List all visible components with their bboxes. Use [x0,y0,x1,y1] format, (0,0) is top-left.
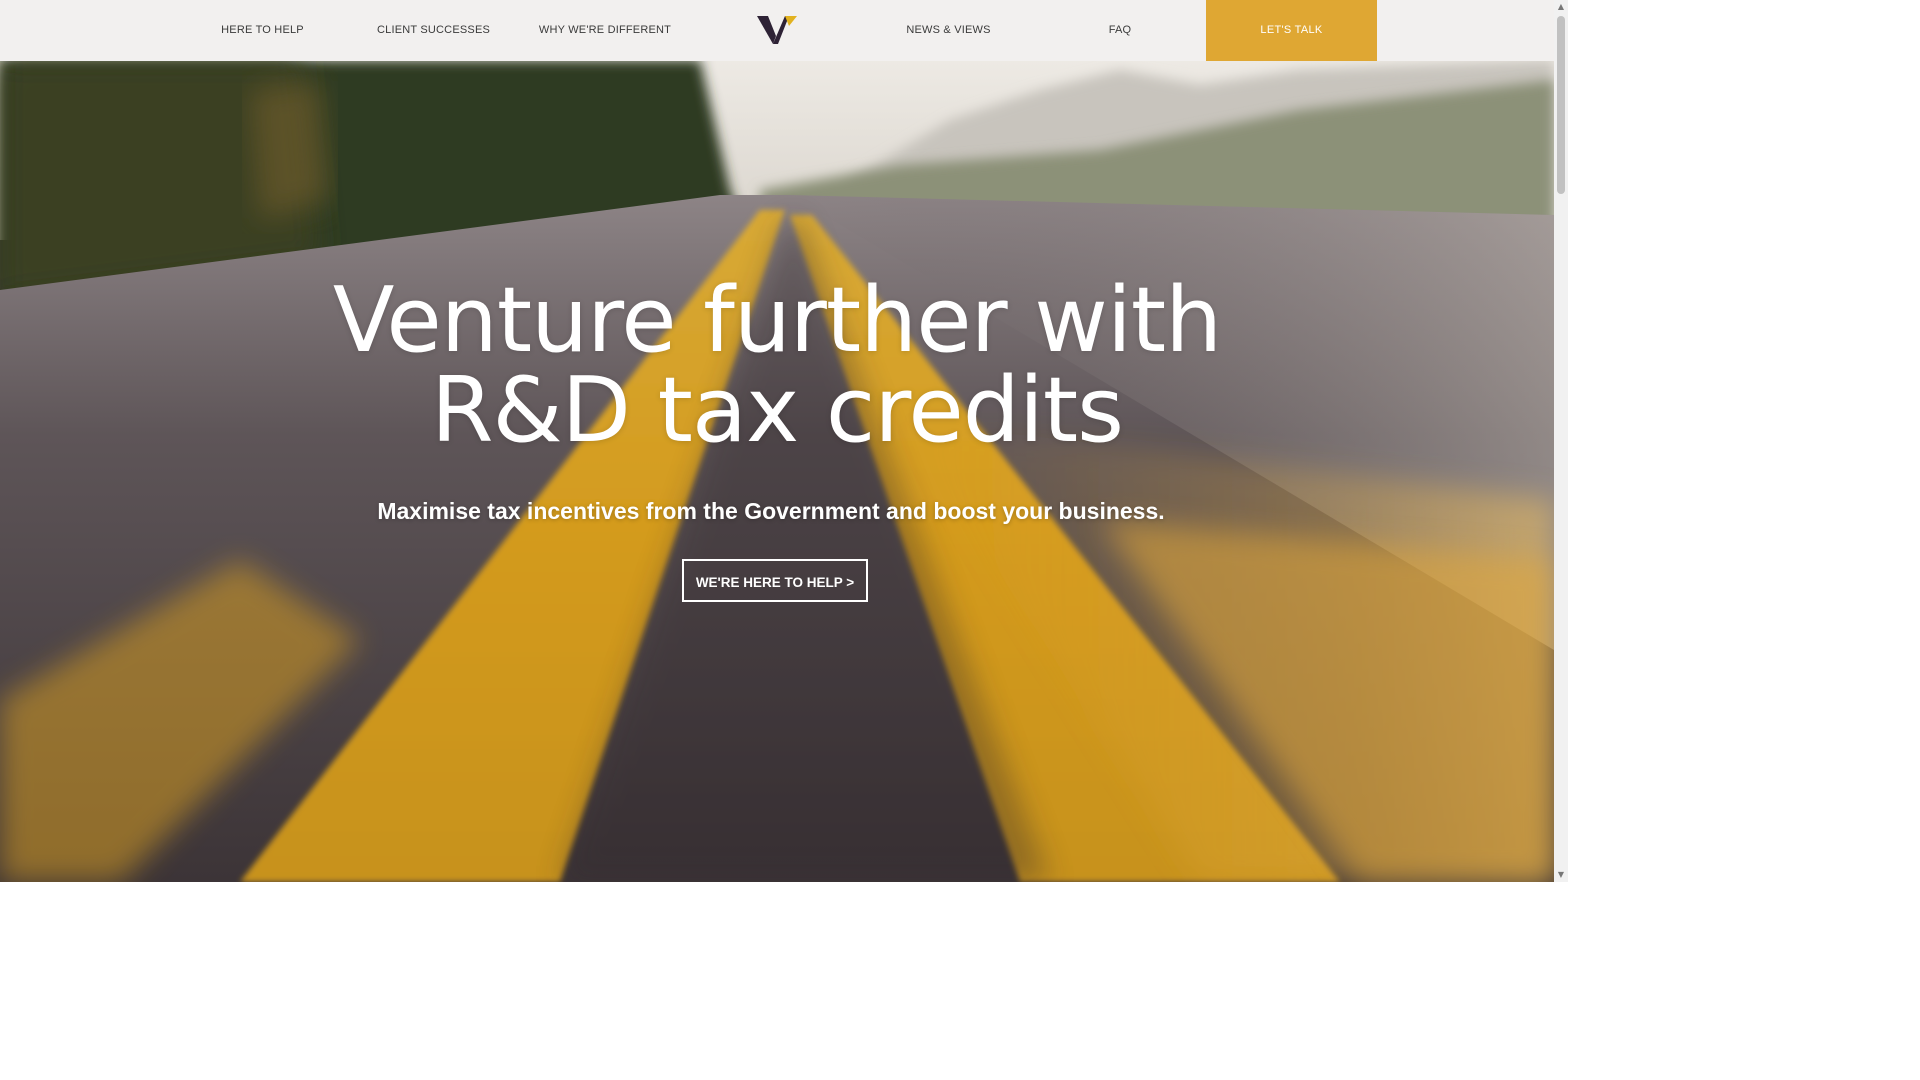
nav-item-here-to-help[interactable]: HERE TO HELP [177,0,348,61]
scrollbar-thumb[interactable] [1557,16,1565,194]
lets-talk-button[interactable]: LET'S TALK [1206,0,1377,61]
chevron-up-icon[interactable]: ▲ [1554,0,1568,14]
top-navigation: HERE TO HELP CLIENT SUCCESSES WHY WE'RE … [0,0,1554,61]
nav-item-news-and-views[interactable]: NEWS & VIEWS [863,0,1034,61]
page: HERE TO HELP CLIENT SUCCESSES WHY WE'RE … [0,0,1568,882]
were-here-to-help-button[interactable]: WE'RE HERE TO HELP > [682,559,868,602]
nav-item-faq[interactable]: FAQ [1034,0,1206,61]
hero-subheadline: Maximise tax incentives from the Governm… [377,498,1165,524]
vertical-scrollbar[interactable]: ▲ ▼ [1554,0,1568,882]
nav-item-why-were-different[interactable]: WHY WE'RE DIFFERENT [519,0,691,61]
hero-headline-line-2: R&D tax credits [430,358,1124,463]
hero-headline: Venture further with R&D tax credits [0,276,1554,456]
v-logo-icon[interactable] [756,14,798,46]
hero-headline-line-1: Venture further with [332,268,1222,373]
chevron-down-icon[interactable]: ▼ [1554,868,1568,882]
nav-item-client-successes[interactable]: CLIENT SUCCESSES [348,0,519,61]
